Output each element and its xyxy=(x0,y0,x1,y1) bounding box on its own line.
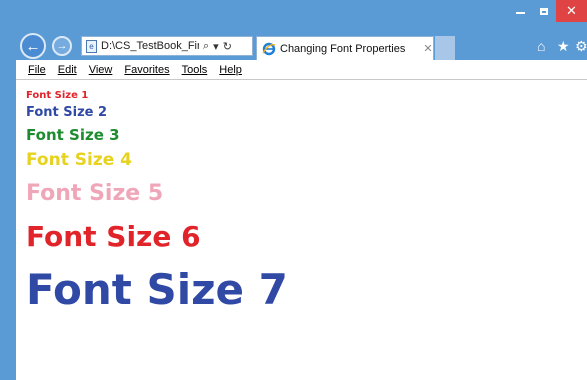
favorites-star-icon[interactable]: ★ xyxy=(557,38,570,55)
minimize-icon xyxy=(515,12,525,14)
refresh-icon[interactable]: ↻ xyxy=(223,40,232,53)
search-icon[interactable]: ⌕ xyxy=(203,40,209,53)
close-icon: ✕ xyxy=(566,3,577,18)
home-icon[interactable]: ⌂ xyxy=(537,38,545,54)
title-bar: ✕ xyxy=(0,0,587,30)
font-size-5-text: Font Size 5 xyxy=(26,181,164,206)
font-size-3-text: Font Size 3 xyxy=(26,126,120,144)
font-size-7-text: Font Size 7 xyxy=(26,265,288,314)
forward-arrow-icon: → xyxy=(56,40,68,52)
font-size-4-text: Font Size 4 xyxy=(26,150,132,170)
address-bar[interactable]: e D:\CS_TestBook_Final\ ⌕ ▾ ↻ xyxy=(81,36,253,56)
menu-file[interactable]: File xyxy=(28,64,46,76)
menu-edit[interactable]: Edit xyxy=(58,64,77,76)
font-size-2-text: Font Size 2 xyxy=(26,105,108,120)
gear-icon[interactable]: ⚙ xyxy=(575,38,587,55)
menu-tools[interactable]: Tools xyxy=(182,64,208,76)
back-arrow-icon: ← xyxy=(25,37,41,55)
maximize-icon xyxy=(540,7,548,15)
maximize-button[interactable] xyxy=(532,0,556,22)
menu-view[interactable]: View xyxy=(89,64,113,76)
menu-bar: File Edit View Favorites Tools Help xyxy=(16,60,587,80)
navigation-bar: ← → e D:\CS_TestBook_Final\ ⌕ ▾ ↻ Changi… xyxy=(0,30,587,60)
dropdown-icon[interactable]: ▾ xyxy=(213,40,219,53)
new-tab-button[interactable] xyxy=(435,36,455,60)
close-window-button[interactable]: ✕ xyxy=(556,0,587,22)
menu-favorites[interactable]: Favorites xyxy=(124,64,169,76)
minimize-button[interactable] xyxy=(508,0,532,22)
page-content: Font Size 1 Font Size 2 Font Size 3 Font… xyxy=(16,80,587,380)
ie-logo-icon xyxy=(262,42,276,55)
tab-close-icon[interactable]: ✕ xyxy=(423,42,432,55)
address-text[interactable]: D:\CS_TestBook_Final\ xyxy=(101,40,199,52)
menu-help[interactable]: Help xyxy=(219,64,242,76)
page-icon: e xyxy=(86,39,97,53)
tab-title: Changing Font Properties xyxy=(280,42,406,55)
forward-button[interactable]: → xyxy=(52,36,72,56)
font-size-1-text: Font Size 1 xyxy=(26,90,89,101)
tab-changing-font-properties[interactable]: Changing Font Properties ✕ xyxy=(256,36,434,60)
font-size-6-text: Font Size 6 xyxy=(26,220,201,253)
back-button[interactable]: ← xyxy=(20,33,46,59)
